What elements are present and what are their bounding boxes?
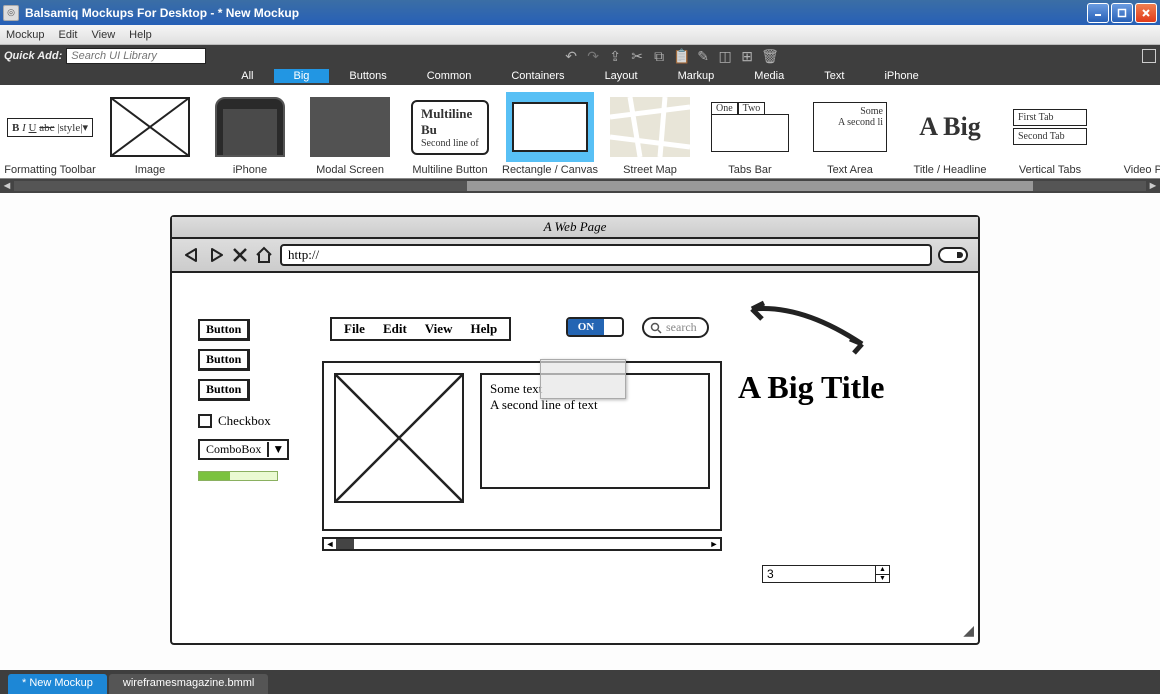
lib-text-area[interactable]: SomeA second li Text Area bbox=[800, 85, 900, 178]
menu-mockup[interactable]: Mockup bbox=[6, 29, 45, 41]
lib-formatting-toolbar[interactable]: B I U abc |style|▾ Formatting Toolbar bbox=[0, 85, 100, 178]
mockup-hscrollbar[interactable]: ◄► bbox=[322, 537, 722, 551]
fullscreen-icon[interactable] bbox=[1142, 49, 1156, 63]
lib-iphone[interactable]: iPhone bbox=[200, 85, 300, 178]
quickadd-input[interactable] bbox=[66, 48, 206, 64]
quickadd-label: Quick Add: bbox=[4, 50, 62, 62]
library-scrollbar[interactable]: ◄ ► bbox=[0, 179, 1160, 193]
category-tabs: All Big Buttons Common Containers Layout… bbox=[0, 67, 1160, 85]
scroll-left-icon[interactable]: ◄ bbox=[0, 180, 14, 192]
mockup-search[interactable]: search bbox=[642, 317, 709, 338]
app-menubar: Mockup Edit View Help bbox=[0, 25, 1160, 45]
close-button[interactable] bbox=[1135, 3, 1157, 23]
cattab-layout[interactable]: Layout bbox=[585, 69, 658, 83]
mockup-button-2[interactable]: Button bbox=[198, 349, 250, 371]
app-icon: ◎ bbox=[3, 5, 19, 21]
paste-icon[interactable]: 📋 bbox=[673, 48, 689, 65]
lib-street-map[interactable]: Street Map bbox=[600, 85, 700, 178]
cattab-buttons[interactable]: Buttons bbox=[329, 69, 406, 83]
cattab-containers[interactable]: Containers bbox=[491, 69, 584, 83]
mockup-checkbox[interactable]: Checkbox bbox=[198, 413, 271, 429]
quickadd-toolbar: Quick Add: ↶ ↷ ⇪ ✂ ⧉ 📋 ✎ ◫ ⊞ 🗑 bbox=[0, 45, 1160, 67]
mockup-big-title[interactable]: A Big Title bbox=[738, 369, 884, 406]
lib-video-player[interactable]: Video Pl bbox=[1100, 85, 1160, 178]
browser-toolbar: http:// bbox=[172, 239, 978, 273]
minimize-button[interactable] bbox=[1087, 3, 1109, 23]
lib-rectangle[interactable]: Rectangle / Canvas bbox=[500, 85, 600, 178]
lib-image[interactable]: Image bbox=[100, 85, 200, 178]
mockup-button-1[interactable]: Button bbox=[198, 319, 250, 341]
search-icon bbox=[650, 322, 662, 334]
scroll-right-icon[interactable]: ► bbox=[1146, 180, 1160, 192]
cattab-markup[interactable]: Markup bbox=[658, 69, 735, 83]
browser-url-field[interactable]: http:// bbox=[280, 244, 932, 266]
menu-help[interactable]: Help bbox=[129, 29, 152, 41]
forward-icon[interactable] bbox=[206, 245, 226, 265]
window-titlebar: ◎ Balsamiq Mockups For Desktop - * New M… bbox=[0, 0, 1160, 25]
copy-icon[interactable]: ⧉ bbox=[651, 48, 667, 65]
cattab-common[interactable]: Common bbox=[407, 69, 492, 83]
design-canvas[interactable]: A Web Page http:// Button Button Button … bbox=[0, 193, 1160, 670]
mockup-combobox[interactable]: ComboBox▼ bbox=[198, 439, 289, 460]
cattab-text[interactable]: Text bbox=[804, 69, 864, 83]
toolbar-icons: ↶ ↷ ⇪ ✂ ⧉ 📋 ✎ ◫ ⊞ 🗑 bbox=[563, 48, 777, 65]
doctab-new-mockup[interactable]: * New Mockup bbox=[8, 674, 107, 694]
lib-vertical-tabs[interactable]: First TabSecond Tab Vertical Tabs bbox=[1000, 85, 1100, 178]
back-icon[interactable] bbox=[182, 245, 202, 265]
document-tabs: * New Mockup wireframesmagazine.bmml bbox=[0, 670, 1160, 694]
mockup-arrow[interactable] bbox=[742, 299, 872, 359]
redo-icon[interactable]: ↷ bbox=[585, 48, 601, 65]
browser-title: A Web Page bbox=[172, 217, 978, 239]
doctab-wireframes[interactable]: wireframesmagazine.bmml bbox=[109, 674, 268, 694]
menu-view[interactable]: View bbox=[92, 29, 116, 41]
mockup-toggle[interactable]: ON bbox=[566, 317, 624, 337]
undo-icon[interactable]: ↶ bbox=[563, 48, 579, 65]
ungroup-icon[interactable]: ⊞ bbox=[739, 48, 755, 65]
browser-go-button[interactable] bbox=[938, 247, 968, 263]
mockup-menubar[interactable]: FileEditViewHelp bbox=[330, 317, 511, 341]
lib-multiline-button[interactable]: Multiline BuSecond line of Multiline But… bbox=[400, 85, 500, 178]
menu-edit[interactable]: Edit bbox=[59, 29, 78, 41]
cattab-media[interactable]: Media bbox=[734, 69, 804, 83]
cattab-iphone[interactable]: iPhone bbox=[864, 69, 938, 83]
window-title: Balsamiq Mockups For Desktop - * New Moc… bbox=[25, 6, 299, 20]
scrollbar-thumb[interactable] bbox=[467, 181, 1033, 191]
ui-library: B I U abc |style|▾ Formatting Toolbar Im… bbox=[0, 85, 1160, 179]
resize-grip-icon[interactable]: ◢ bbox=[963, 622, 974, 639]
lib-tabs-bar[interactable]: OneTwo Tabs Bar bbox=[700, 85, 800, 178]
delete-icon[interactable]: 🗑 bbox=[761, 48, 777, 65]
group-icon[interactable]: ◫ bbox=[717, 48, 733, 65]
import-icon[interactable]: ⇪ bbox=[607, 48, 623, 65]
mockup-button-3[interactable]: Button bbox=[198, 379, 250, 401]
home-icon[interactable] bbox=[254, 245, 274, 265]
mockup-progressbar[interactable] bbox=[198, 471, 278, 481]
cattab-all[interactable]: All bbox=[221, 69, 273, 83]
lock-icon[interactable]: ✎ bbox=[695, 48, 711, 65]
mockup-image-placeholder[interactable] bbox=[334, 373, 464, 503]
cattab-big[interactable]: Big bbox=[274, 69, 330, 83]
mockup-numeric-stepper[interactable]: 3 ▲▼ bbox=[762, 565, 890, 583]
lib-title[interactable]: A Big Title / Headline bbox=[900, 85, 1000, 178]
drag-preview bbox=[540, 359, 626, 399]
mockup-browser-window[interactable]: A Web Page http:// Button Button Button … bbox=[170, 215, 980, 645]
lib-modal-screen[interactable]: Modal Screen bbox=[300, 85, 400, 178]
cut-icon[interactable]: ✂ bbox=[629, 48, 645, 65]
stop-icon[interactable] bbox=[230, 245, 250, 265]
maximize-button[interactable] bbox=[1111, 3, 1133, 23]
